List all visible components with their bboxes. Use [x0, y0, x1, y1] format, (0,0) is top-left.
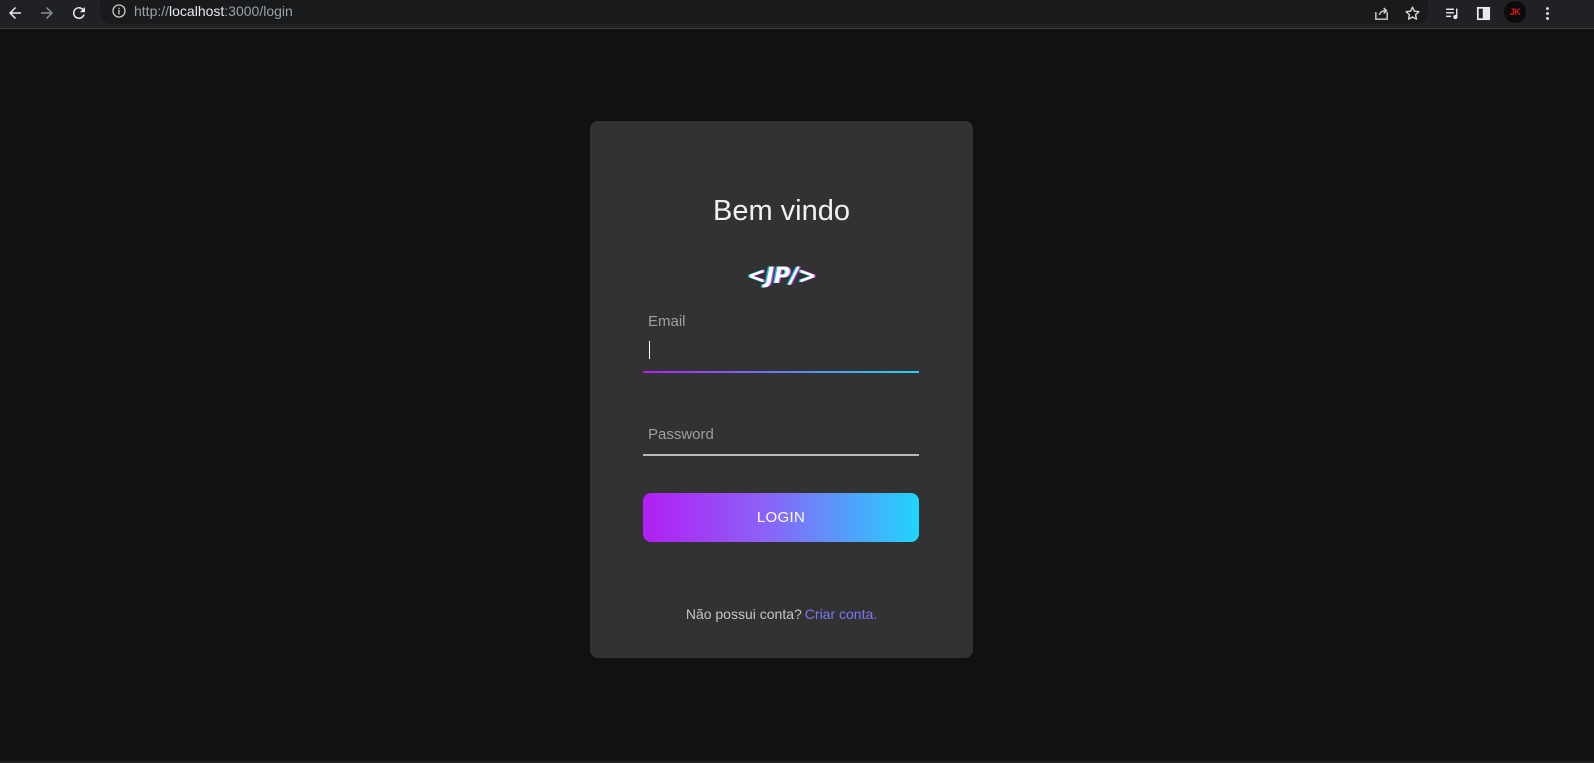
logo-text: <JP/> — [747, 264, 816, 289]
welcome-title: Bem vindo — [712, 195, 850, 227]
password-underline — [643, 454, 919, 456]
password-field[interactable] — [648, 423, 914, 449]
reading-list-icon[interactable] — [1441, 2, 1463, 24]
login-button[interactable]: LOGIN — [643, 493, 919, 542]
url-path: :3000/login — [224, 3, 293, 19]
email-field[interactable] — [648, 339, 914, 365]
text-caret — [649, 341, 650, 359]
create-account-link[interactable]: Criar conta. — [805, 606, 877, 622]
login-card: Bem vindo <JP/> <JP/> <JP/> Email Passwo… — [590, 121, 973, 658]
menu-icon[interactable] — [1536, 2, 1558, 24]
info-icon[interactable] — [110, 2, 128, 20]
browser-toolbar: http://localhost:3000/login JK — [0, 0, 1594, 29]
address-bar[interactable]: http://localhost:3000/login — [100, 0, 1428, 24]
jp-logo: <JP/> <JP/> <JP/> — [746, 264, 818, 289]
profile-avatar[interactable]: JK — [1504, 1, 1526, 23]
reload-icon[interactable] — [68, 2, 90, 24]
share-icon[interactable] — [1370, 2, 1392, 24]
profile-initials: JK — [1509, 7, 1521, 17]
side-panel-icon[interactable] — [1472, 2, 1494, 24]
url-text[interactable]: http://localhost:3000/login — [134, 3, 293, 19]
star-icon[interactable] — [1401, 2, 1423, 24]
forward-icon[interactable] — [36, 2, 58, 24]
email-underline — [643, 371, 919, 373]
url-scheme: http:// — [134, 3, 170, 19]
email-label: Email — [648, 313, 686, 330]
no-account-text: Não possui conta? — [685, 606, 802, 622]
url-host: localhost — [169, 3, 225, 19]
signup-prompt: Não possui conta? Criar conta. — [590, 606, 973, 622]
back-icon[interactable] — [4, 2, 26, 24]
